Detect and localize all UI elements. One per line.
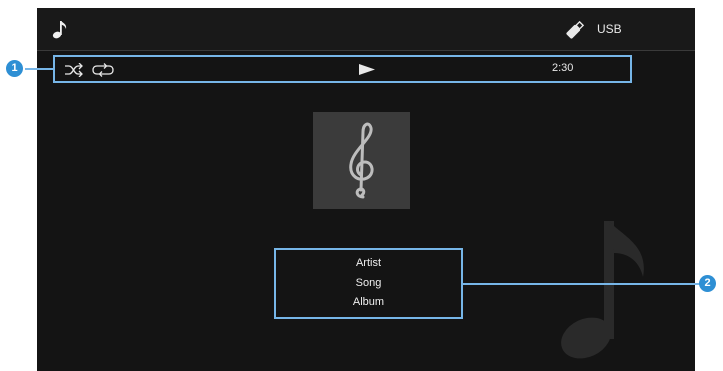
top-bar: USB — [37, 8, 695, 51]
callout-1-leader — [25, 68, 53, 70]
song-title: Song — [355, 276, 382, 289]
treble-clef-icon — [349, 122, 374, 199]
background-music-note-icon — [561, 221, 644, 359]
artist-name: Artist — [355, 257, 382, 270]
album-art — [313, 112, 410, 209]
album-name: Album — [352, 296, 385, 309]
callout-2-badge: 2 — [699, 275, 716, 292]
usb-drive-icon — [566, 20, 585, 39]
source-label: USB — [597, 22, 622, 36]
elapsed-time: 2:30 — [552, 62, 574, 74]
playback-status-bar: 2:30 — [53, 55, 632, 83]
play-icon — [359, 64, 375, 75]
track-info-box: Artist Song Album — [274, 248, 463, 319]
repeat-icon — [92, 63, 114, 77]
callout-1-badge: 1 — [6, 60, 23, 77]
shuffle-icon — [65, 63, 83, 77]
playback-screen: USB 2:30 Artist Song Album — [37, 8, 695, 371]
music-note-icon — [52, 21, 67, 39]
callout-2-leader — [463, 283, 703, 285]
